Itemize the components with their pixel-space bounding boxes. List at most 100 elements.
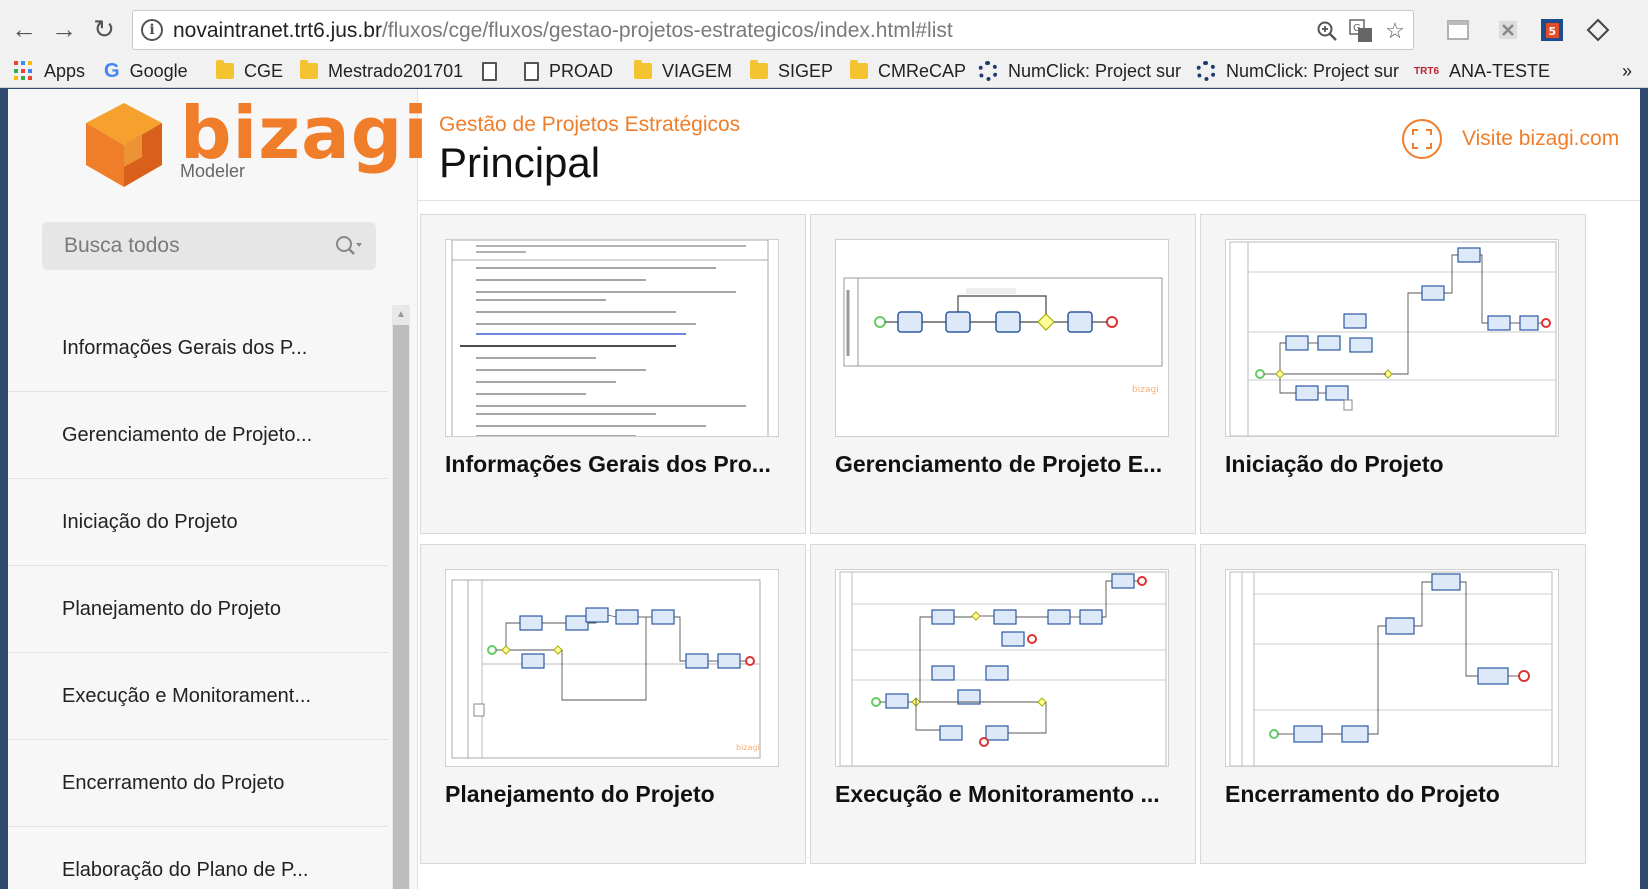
- visit-bizagi-link[interactable]: Visite bizagi.com: [1462, 127, 1619, 151]
- process-card[interactable]: bizagi Gerenciamento de Projeto E...: [810, 214, 1196, 534]
- card-thumbnail[interactable]: [1225, 239, 1559, 437]
- translate-icon[interactable]: G: [1347, 17, 1375, 45]
- url-text[interactable]: novaintranet.trt6.jus.br/fluxos/cge/flux…: [173, 19, 953, 43]
- bookmark-cge[interactable]: CGE: [216, 54, 283, 88]
- card-thumbnail[interactable]: bizagi: [445, 569, 779, 767]
- card-thumbnail[interactable]: [1225, 569, 1559, 767]
- extension-block-icon[interactable]: [1494, 16, 1522, 44]
- trt-icon: TRT6: [1414, 65, 1439, 77]
- folder-icon: [216, 60, 234, 79]
- page: bizagi Modeler Gestão de Projetos Estrat…: [8, 89, 1640, 889]
- bookmark-cmrecap[interactable]: CMReCAP: [850, 54, 966, 88]
- extension-html5-icon[interactable]: 5: [1538, 16, 1566, 44]
- bookmark-label: Mestrado201701: [328, 60, 464, 81]
- logo-subtitle: Modeler: [180, 161, 246, 181]
- scroll-up-icon[interactable]: ▲: [392, 305, 410, 323]
- extension-window-icon[interactable]: [1444, 16, 1472, 44]
- expand-icon[interactable]: [1402, 119, 1442, 159]
- process-card[interactable]: Informações Gerais dos Pro...: [420, 214, 806, 534]
- card-title[interactable]: Execução e Monitoramento ...: [835, 781, 1175, 808]
- bookmark-label: Apps: [44, 60, 86, 81]
- card-title[interactable]: Informações Gerais dos Pro...: [445, 451, 785, 478]
- sidebar-item-elaboracao[interactable]: Elaboração do Plano de P...: [8, 827, 388, 889]
- bookmark-proad[interactable]: PROAD: [524, 54, 613, 88]
- bizagi-cube-icon: [84, 101, 164, 194]
- process-card[interactable]: bizagi Planejamento do Projeto: [420, 544, 806, 864]
- browser-chrome: ← → ↻ i novaintranet.trt6.jus.br/fluxos/…: [0, 0, 1648, 88]
- reload-icon[interactable]: ↻: [86, 12, 122, 46]
- card-thumbnail[interactable]: [445, 239, 779, 437]
- numclick-icon: [978, 61, 998, 81]
- address-bar[interactable]: i novaintranet.trt6.jus.br/fluxos/cge/fl…: [132, 10, 1414, 50]
- apps-grid-icon: [14, 61, 34, 81]
- process-nav-list: Informações Gerais dos P... Gerenciament…: [8, 305, 388, 889]
- page-icon: [482, 61, 497, 81]
- bookmark-label: Google: [129, 60, 188, 81]
- bookmark-label: CMReCAP: [878, 60, 967, 81]
- sidebar-item-encerramento[interactable]: Encerramento do Projeto: [8, 740, 388, 827]
- search-box: [42, 222, 376, 270]
- extension-diamond-icon[interactable]: [1584, 16, 1612, 44]
- browser-toolbar: ← → ↻ i novaintranet.trt6.jus.br/fluxos/…: [0, 4, 1648, 54]
- sidebar-scrollbar[interactable]: ▲: [392, 305, 410, 889]
- page-title: Principal: [439, 139, 601, 186]
- bookmark-label: NumClick: Project sur: [1226, 60, 1400, 81]
- sidebar: Informações Gerais dos P... Gerenciament…: [8, 201, 418, 889]
- sidebar-item-iniciacao[interactable]: Iniciação do Projeto: [8, 479, 388, 566]
- bookmark-label: SIGEP: [778, 60, 834, 81]
- process-card[interactable]: Encerramento do Projeto: [1200, 544, 1586, 864]
- google-icon: G: [104, 59, 120, 82]
- folder-icon: [634, 60, 652, 79]
- sidebar-item-execucao[interactable]: Execução e Monitorament...: [8, 653, 388, 740]
- card-title[interactable]: Planejamento do Projeto: [445, 781, 785, 808]
- site-info-icon[interactable]: i: [141, 19, 163, 41]
- card-thumbnail[interactable]: bizagi: [835, 239, 1169, 437]
- sidebar-item-informacoes[interactable]: Informações Gerais dos P...: [8, 305, 388, 392]
- bookmark-sigep[interactable]: SIGEP: [750, 54, 833, 88]
- bookmark-numclick-2[interactable]: NumClick: Project sur: [1196, 54, 1399, 88]
- sidebar-item-planejamento[interactable]: Planejamento do Projeto: [8, 566, 388, 653]
- process-card[interactable]: Iniciação do Projeto: [1200, 214, 1586, 534]
- card-title[interactable]: Iniciação do Projeto: [1225, 451, 1565, 478]
- svg-text:bizagi: bizagi: [1132, 385, 1159, 395]
- bookmark-google[interactable]: G Google: [104, 54, 188, 88]
- scrollbar-thumb[interactable]: [393, 325, 409, 889]
- bookmark-mestrado[interactable]: Mestrado201701: [300, 54, 463, 88]
- sidebar-item-gerenciamento[interactable]: Gerenciamento de Projeto...: [8, 392, 388, 479]
- forward-icon[interactable]: →: [46, 12, 82, 46]
- svg-text:bizagi: bizagi: [736, 743, 760, 752]
- bookmark-label: ANA-TESTE: [1449, 60, 1551, 81]
- visit-bizagi[interactable]: Visite bizagi.com: [1402, 119, 1619, 159]
- bookmark-numclick-1[interactable]: NumClick: Project sur: [978, 54, 1181, 88]
- bookmark-star-icon[interactable]: ☆: [1381, 17, 1409, 45]
- search-icon[interactable]: [334, 234, 364, 258]
- card-title[interactable]: Gerenciamento de Projeto E...: [835, 451, 1175, 478]
- logo-area: bizagi Modeler: [8, 89, 428, 201]
- bookmarks-overflow[interactable]: »: [1622, 54, 1632, 88]
- bookmark-label: VIAGEM: [662, 60, 733, 81]
- folder-icon: [300, 60, 318, 79]
- page-icon: [524, 61, 539, 81]
- card-thumbnail[interactable]: [835, 569, 1169, 767]
- process-card-grid: Informações Gerais dos Pro... bizagi Ger…: [418, 201, 1640, 889]
- bookmark-label: PROAD: [549, 60, 614, 81]
- bookmark-viagem[interactable]: VIAGEM: [634, 54, 732, 88]
- back-icon[interactable]: ←: [6, 12, 42, 46]
- url-host: novaintranet.trt6.jus.br: [173, 19, 382, 42]
- numclick-icon: [1196, 61, 1216, 81]
- card-title[interactable]: Encerramento do Projeto: [1225, 781, 1565, 808]
- search-input[interactable]: [42, 222, 322, 270]
- zoom-icon[interactable]: [1313, 17, 1341, 45]
- folder-icon: [750, 60, 768, 79]
- bookmark-ana-teste[interactable]: TRT6 ANA-TESTE: [1414, 54, 1550, 88]
- bookmark-page[interactable]: [482, 54, 497, 88]
- bookmark-label: CGE: [244, 60, 284, 81]
- bookmark-label: NumClick: Project sur: [1008, 60, 1182, 81]
- svg-text:5: 5: [1549, 25, 1557, 38]
- process-card[interactable]: Execução e Monitoramento ...: [810, 544, 1196, 864]
- folder-icon: [850, 60, 868, 79]
- url-path: /fluxos/cge/fluxos/gestao-projetos-estra…: [381, 19, 953, 42]
- bookmarks-bar: Apps G Google CGE Mestrado201701 PROAD V…: [0, 54, 1648, 88]
- svg-text:G: G: [1353, 23, 1361, 34]
- bookmark-apps[interactable]: Apps: [14, 54, 85, 88]
